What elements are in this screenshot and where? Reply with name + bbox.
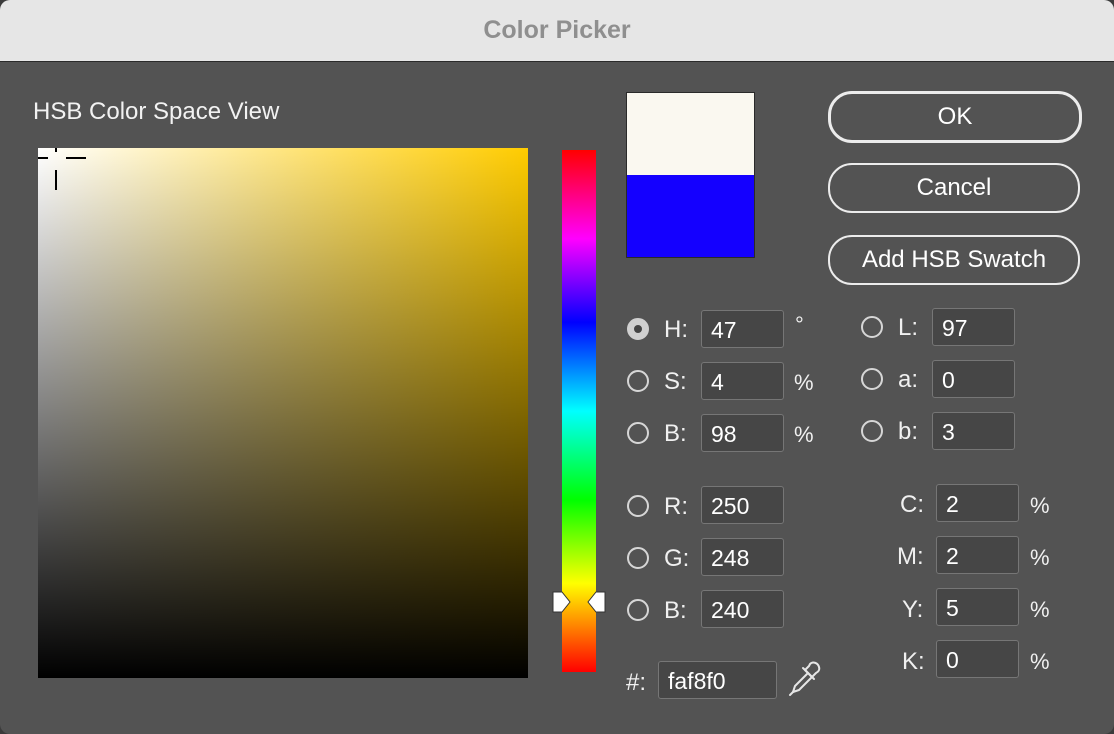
hue-field[interactable]: 47	[701, 310, 784, 348]
radio-blue[interactable]	[627, 599, 649, 621]
title-bar: Color Picker	[0, 0, 1114, 62]
green-label: G:	[664, 545, 690, 572]
radio-saturation[interactable]	[627, 370, 649, 392]
brightness-unit: %	[794, 422, 814, 447]
radio-lab-b[interactable]	[861, 420, 883, 442]
green-field[interactable]: 248	[701, 538, 784, 576]
black-unit: %	[1030, 649, 1050, 674]
blue-field[interactable]: 240	[701, 590, 784, 628]
cancel-button[interactable]: Cancel	[828, 163, 1080, 213]
hue-unit: °	[795, 312, 804, 337]
cyan-field[interactable]: 2	[936, 484, 1019, 522]
saturation-brightness-field[interactable]	[38, 148, 528, 678]
radio-lightness[interactable]	[861, 316, 883, 338]
brightness-field[interactable]: 98	[701, 414, 784, 452]
saturation-field[interactable]: 4	[701, 362, 784, 400]
new-color-swatch	[626, 92, 755, 175]
color-field[interactable]	[38, 148, 528, 678]
black-label: K:	[902, 648, 925, 675]
cyan-unit: %	[1030, 493, 1050, 518]
cyan-label: C:	[900, 491, 924, 518]
radio-lab-a[interactable]	[861, 368, 883, 390]
brightness-label: B:	[664, 420, 687, 447]
hex-field[interactable]: faf8f0	[658, 661, 777, 699]
color-picker-window: Color Picker HSB Color Space View OK Can…	[0, 0, 1114, 734]
lightness-field[interactable]: 97	[932, 308, 1015, 346]
window-title: Color Picker	[483, 16, 631, 44]
magenta-unit: %	[1030, 545, 1050, 570]
black-field[interactable]: 0	[936, 640, 1019, 678]
add-hsb-swatch-button[interactable]: Add HSB Swatch	[828, 235, 1080, 285]
original-color-swatch[interactable]	[626, 175, 755, 258]
magenta-field[interactable]: 2	[936, 536, 1019, 574]
yellow-label: Y:	[902, 596, 924, 623]
hex-label: #:	[626, 669, 647, 696]
lightness-label: L:	[898, 314, 919, 341]
color-field-crosshair[interactable]	[38, 148, 98, 208]
color-field-label: HSB Color Space View	[33, 98, 280, 125]
eyedropper-icon[interactable]	[788, 660, 822, 698]
red-label: R:	[664, 493, 688, 520]
yellow-field[interactable]: 5	[936, 588, 1019, 626]
yellow-unit: %	[1030, 597, 1050, 622]
radio-green[interactable]	[627, 547, 649, 569]
radio-red[interactable]	[627, 495, 649, 517]
hue-label: H:	[664, 316, 688, 343]
radio-brightness[interactable]	[627, 422, 649, 444]
magenta-label: M:	[897, 543, 924, 570]
saturation-unit: %	[794, 370, 814, 395]
red-field[interactable]: 250	[701, 486, 784, 524]
lab-a-label: a:	[898, 366, 919, 393]
saturation-label: S:	[664, 368, 687, 395]
lab-b-field[interactable]: 3	[932, 412, 1015, 450]
hue-slider-handle[interactable]	[552, 590, 606, 614]
blue-label: B:	[664, 597, 687, 624]
radio-hue[interactable]	[627, 318, 649, 340]
ok-button[interactable]: OK	[828, 91, 1082, 143]
lab-b-label: b:	[898, 418, 919, 445]
lab-a-field[interactable]: 0	[932, 360, 1015, 398]
